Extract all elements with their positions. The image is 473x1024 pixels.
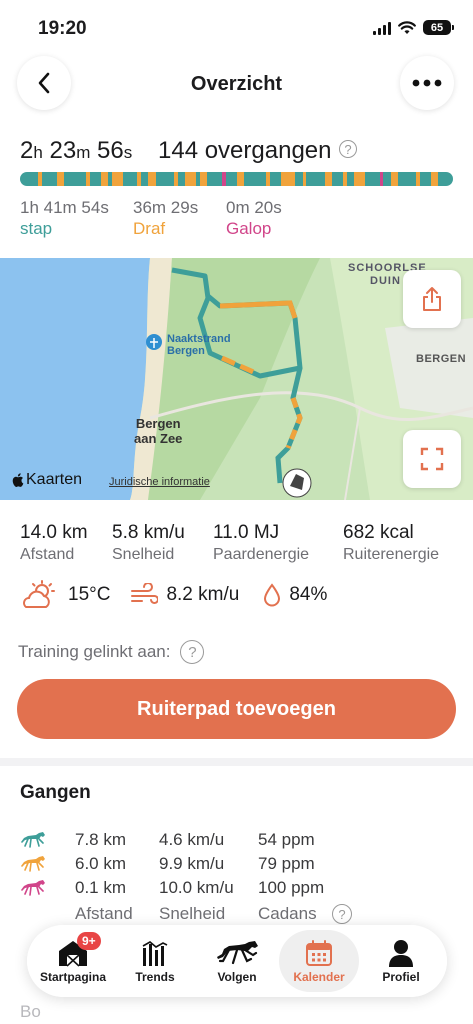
map-label-beach: Naaktstrand Bergen bbox=[167, 333, 231, 357]
status-icons: 65 bbox=[373, 20, 454, 35]
transitions-count: 144 overgangen bbox=[158, 137, 332, 164]
tab-startpagina[interactable]: Startpagina 9+ bbox=[33, 930, 113, 992]
gait-horse-icon bbox=[21, 832, 45, 848]
section-divider bbox=[0, 758, 473, 766]
gait-row-speed: 9.9 km/u bbox=[159, 854, 225, 873]
transitions-help-button[interactable]: ? bbox=[339, 140, 357, 158]
gait-timeline-bar bbox=[20, 172, 453, 186]
route-map[interactable]: Naaktstrand Bergen Bergen aan Zee BERGEN S… bbox=[0, 258, 473, 500]
map-attribution: Kaarten bbox=[12, 471, 82, 489]
wind-icon bbox=[131, 583, 159, 604]
training-link-help-button[interactable]: ? bbox=[180, 640, 205, 664]
gaits-header-distance: Afstand bbox=[75, 904, 133, 923]
wind-value: 8.2 km/u bbox=[166, 584, 240, 605]
speed-value: 5.8 km/u bbox=[112, 522, 185, 543]
distance-label: Afstand bbox=[20, 546, 75, 563]
gait-row-speed: 4.6 km/u bbox=[159, 830, 225, 849]
next-section-peek: Bo bbox=[20, 1002, 41, 1021]
gait-row-distance: 6.0 km bbox=[75, 854, 127, 873]
battery-icon: 65 bbox=[423, 20, 454, 35]
walk-label: stap bbox=[20, 219, 53, 238]
map-label-bergen-aan-zee: Bergen aan Zee bbox=[134, 416, 183, 446]
humidity-drop-icon bbox=[264, 583, 281, 607]
gait-row-speed: 10.0 km/u bbox=[159, 878, 234, 897]
expand-icon bbox=[420, 447, 444, 471]
training-link-label: Training gelinkt aan: bbox=[18, 642, 171, 661]
partly-cloudy-icon bbox=[23, 580, 55, 608]
horse-energy-value: 11.0 MJ bbox=[213, 522, 280, 543]
map-label-bergen: BERGEN bbox=[416, 353, 467, 365]
tab-volgen[interactable]: Volgen bbox=[197, 930, 277, 992]
ellipsis-icon bbox=[412, 79, 442, 87]
gait-row-distance: 0.1 km bbox=[75, 878, 127, 897]
canter-label: Galop bbox=[226, 219, 272, 238]
gait-row-cadence: 54 ppm bbox=[258, 830, 315, 849]
profile-icon bbox=[389, 940, 413, 967]
gait-row-cadence: 100 ppm bbox=[258, 878, 325, 897]
gaits-header-speed: Snelheid bbox=[159, 904, 226, 923]
distance-value: 14.0 km bbox=[20, 522, 88, 543]
horse-energy-label: Paardenergie bbox=[213, 546, 310, 563]
tab-bar: Startpagina 9+ Trends Volgen Kalender Pr… bbox=[27, 925, 447, 997]
cellular-signal-icon bbox=[373, 21, 391, 35]
gait-horse-icon bbox=[21, 856, 45, 872]
expand-map-button[interactable] bbox=[403, 430, 461, 488]
tab-profiel[interactable]: Profiel bbox=[361, 930, 441, 992]
trot-label: Draf bbox=[133, 219, 166, 238]
temperature-value: 15°C bbox=[68, 584, 111, 605]
share-icon bbox=[423, 287, 441, 311]
gait-row-distance: 7.8 km bbox=[75, 830, 127, 849]
map-legal-link[interactable]: Juridische informatie bbox=[109, 476, 210, 488]
gait-horse-icon bbox=[21, 880, 45, 896]
tab-trends-label: Trends bbox=[135, 970, 175, 984]
more-button[interactable] bbox=[400, 56, 454, 110]
share-button[interactable] bbox=[403, 270, 461, 328]
calendar-icon bbox=[306, 940, 332, 966]
gait-row-cadence: 79 ppm bbox=[258, 854, 315, 873]
gaits-section-title: Gangen bbox=[20, 782, 91, 803]
rider-energy-label: Ruiterenergie bbox=[343, 546, 440, 563]
galloping-horse-icon bbox=[217, 941, 258, 965]
trot-duration: 36m 29s bbox=[133, 198, 199, 217]
tab-startpagina-label: Startpagina bbox=[39, 970, 106, 984]
tab-trends[interactable]: Trends bbox=[115, 930, 195, 992]
tab-profiel-label: Profiel bbox=[382, 970, 420, 984]
training-link-row: Training gelinkt aan: ? bbox=[18, 640, 205, 664]
notification-badge: 9+ bbox=[77, 932, 101, 950]
walk-duration: 1h 41m 54s bbox=[20, 198, 109, 217]
bar-chart-icon bbox=[142, 941, 168, 966]
total-duration: 2h 23m 56s bbox=[20, 137, 133, 164]
wifi-icon bbox=[398, 20, 416, 34]
status-time: 19:20 bbox=[38, 18, 87, 39]
apple-logo-icon bbox=[12, 473, 24, 487]
weather-row: 15°C 8.2 km/u 84% bbox=[20, 580, 327, 610]
tab-volgen-label: Volgen bbox=[217, 970, 257, 984]
humidity-value: 84% bbox=[289, 584, 328, 605]
rider-energy-value: 682 kcal bbox=[343, 522, 414, 543]
canter-duration: 0m 20s bbox=[226, 198, 282, 217]
tab-kalender-label: Kalender bbox=[293, 970, 345, 984]
tab-kalender[interactable]: Kalender bbox=[279, 930, 359, 992]
gaits-header-cadence: Cadans bbox=[258, 904, 317, 923]
add-trail-button[interactable]: Ruiterpad toevoegen bbox=[17, 679, 456, 739]
cadence-help-button[interactable]: ? bbox=[332, 904, 352, 924]
speed-label: Snelheid bbox=[112, 546, 175, 563]
